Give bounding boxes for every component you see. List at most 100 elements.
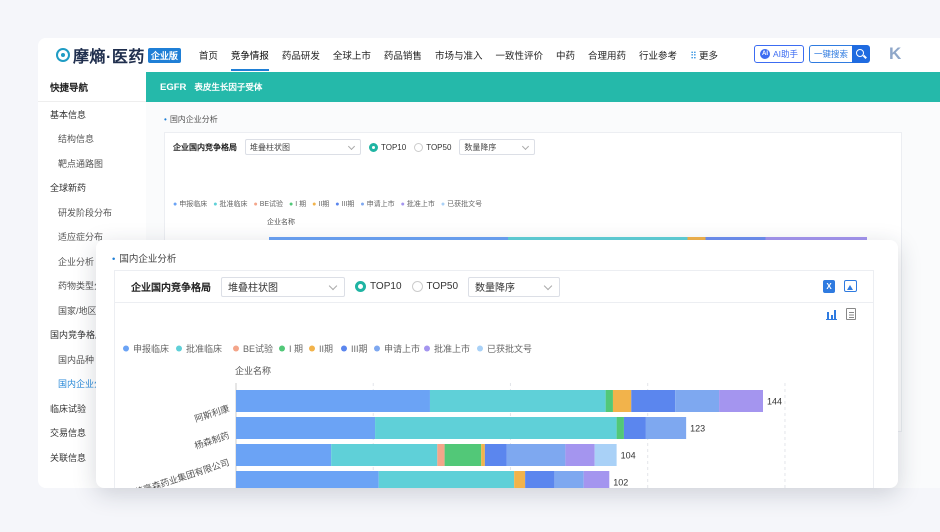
bg-axis-name: 企业名称 [267, 219, 295, 226]
nav-item-global-launch[interactable]: 全球上市 [333, 48, 371, 62]
legend-marker [309, 345, 315, 352]
bar-segment[interactable] [429, 390, 606, 412]
bar-segment[interactable] [631, 390, 676, 412]
legend-item[interactable]: 申报临床 [133, 343, 169, 354]
target-header-bar: EGFR 表皮生长因子受体 [146, 72, 940, 102]
nav-item-drug-rnd[interactable]: 药品研发 [282, 48, 320, 62]
legend-item[interactable]: II期 [319, 344, 333, 354]
nav-item-consistency-eval[interactable]: 一致性评价 [495, 48, 543, 62]
category-label: 杨森制药 [193, 429, 231, 451]
category-label: 江苏豪森药业集团有限公司 [124, 456, 230, 488]
bar-segment[interactable] [565, 444, 595, 466]
sidebar-item-basic-info[interactable]: 基本信息 [38, 102, 146, 127]
bg-sort-select[interactable]: 数量降序 [459, 139, 536, 155]
radio-unchecked-icon [414, 142, 424, 152]
legend-marker [176, 345, 182, 352]
sidebar-item-rnd-stage[interactable]: 研发阶段分布 [38, 200, 146, 225]
bar-segment[interactable] [236, 444, 332, 466]
target-code: EGFR [160, 81, 187, 93]
bar-segment[interactable] [236, 390, 430, 412]
radio-checked-icon [369, 142, 378, 152]
nav-item-tcm[interactable]: 中药 [556, 48, 575, 62]
bar-segment[interactable] [719, 390, 763, 412]
bg-chart-controls: 企业国内竞争格局 堆叠柱状图 TOP10 TOP50 数量降序 [173, 139, 536, 155]
ai-assistant-button[interactable]: AI AI助手 [754, 45, 805, 63]
section-title: 国内企业分析 [112, 251, 176, 265]
bar-total-label: 123 [690, 424, 705, 434]
bg-legend-item[interactable]: 已获批文号 [441, 199, 482, 209]
legend-item[interactable]: 申请上市 [384, 343, 420, 354]
bg-legend-item[interactable]: BE试验 [253, 199, 283, 209]
legend-item[interactable]: 已获批文号 [487, 343, 532, 354]
bg-legend-item[interactable]: 申请上市 [360, 199, 395, 209]
legend-marker [123, 345, 129, 352]
quick-search-button[interactable]: 一键搜索 [809, 45, 853, 63]
bg-radio-top50[interactable]: TOP50 [414, 142, 451, 152]
nav-more-label: 更多 [698, 51, 718, 62]
user-logo-icon[interactable]: K [889, 44, 903, 64]
bar-segment[interactable] [675, 390, 720, 412]
sidebar-item-structure[interactable]: 结构信息 [38, 127, 146, 152]
bg-chart-type-select[interactable]: 堆叠柱状图 [245, 139, 361, 155]
top-navigation: 摩熵·医药 企业版 首页 竞争情报 药品研发 全球上市 药品销售 市场与准入 一… [38, 38, 940, 72]
bar-segment[interactable] [616, 417, 624, 439]
category-label: 阿斯利康 [193, 402, 231, 424]
bg-radio-top10[interactable]: TOP10 [369, 142, 407, 152]
bar-segment[interactable] [612, 390, 632, 412]
legend-item[interactable]: III期 [351, 344, 368, 354]
bg-section-title: 国内企业分析 [164, 114, 218, 125]
nav-item-industry-ref[interactable]: 行业参考 [639, 48, 677, 62]
legend-item[interactable]: 批准上市 [434, 343, 470, 354]
logo-text: 摩熵·医药 [73, 49, 145, 66]
bar-segment[interactable] [623, 417, 646, 439]
bg-legend-item[interactable]: III期 [335, 199, 355, 209]
bar-segment[interactable] [378, 471, 515, 488]
nav-item-market-access[interactable]: 市场与准入 [435, 48, 483, 62]
bar-total-label: 102 [613, 478, 628, 488]
bar-segment[interactable] [514, 471, 526, 488]
bar-segment[interactable] [525, 471, 555, 488]
bar-segment[interactable] [554, 471, 584, 488]
bar-segment[interactable] [437, 444, 445, 466]
bar-segment[interactable] [583, 471, 610, 488]
legend-item[interactable]: BE试验 [243, 343, 273, 354]
bg-controls-label: 企业国内竞争格局 [173, 142, 237, 152]
bar-segment[interactable] [444, 444, 482, 466]
nav-item-competitive-intel[interactable]: 竞争情报 [230, 48, 269, 71]
nav-item-home[interactable]: 首页 [199, 48, 218, 62]
bg-legend-item[interactable]: 申报临床 [173, 199, 207, 209]
logo[interactable]: 摩熵·医药 企业版 [56, 43, 181, 67]
legend-marker [477, 345, 483, 352]
sidebar-item-pathway[interactable]: 靶点通路图 [38, 151, 146, 176]
quick-search[interactable]: 一键搜索 [809, 45, 871, 63]
sidebar-item-global-new-drugs[interactable]: 全球新药 [38, 176, 146, 201]
nav-item-rational-use[interactable]: 合理用药 [588, 48, 626, 62]
bg-chart-legend: 申报临床批准临床 BE试验 I 期 II期 III期申请上市批准上市已获批文号 [173, 199, 482, 209]
chart-card: 企业国内竞争格局 堆叠柱状图 TOP10 TOP50 数量降序 X 申报临床 批准… [114, 270, 874, 488]
bar-segment[interactable] [506, 444, 566, 466]
floating-chart-window: 国内企业分析 企业国内竞争格局 堆叠柱状图 TOP10 TOP50 数量降序 X… [96, 240, 898, 488]
bg-radio-top10-label: TOP10 [381, 142, 407, 152]
search-icon[interactable] [852, 45, 871, 63]
legend-item[interactable]: 批准临床 [186, 343, 222, 354]
bg-legend-item[interactable]: 批准上市 [401, 199, 435, 209]
bg-legend-item[interactable]: II期 [312, 199, 329, 209]
bar-segment[interactable] [645, 417, 687, 439]
bar-segment[interactable] [594, 444, 617, 466]
bg-legend-item[interactable]: I 期 [289, 199, 306, 209]
bg-legend-item[interactable]: 批准临床 [213, 199, 247, 209]
legend-item[interactable]: I 期 [289, 344, 303, 354]
bar-segment[interactable] [331, 444, 438, 466]
bar-segment[interactable] [605, 390, 613, 412]
bar-segment[interactable] [236, 417, 376, 439]
bar-segment[interactable] [375, 417, 617, 439]
nav-item-drug-sales[interactable]: 药品销售 [384, 48, 422, 62]
bar-segment[interactable] [484, 444, 507, 466]
legend-marker [341, 345, 347, 352]
bar-segment[interactable] [481, 444, 485, 466]
bar-total-label: 104 [621, 451, 636, 461]
edition-badge: 企业版 [147, 47, 181, 63]
bar-segment[interactable] [236, 471, 379, 488]
nav-item-more[interactable]: ⠿ 更多 [690, 48, 718, 62]
stacked-bar-chart: 申报临床 批准临床 BE试验 I 期 II期 III期 申请上市 批准上市 已获批文号企业名称 1… [123, 343, 786, 488]
